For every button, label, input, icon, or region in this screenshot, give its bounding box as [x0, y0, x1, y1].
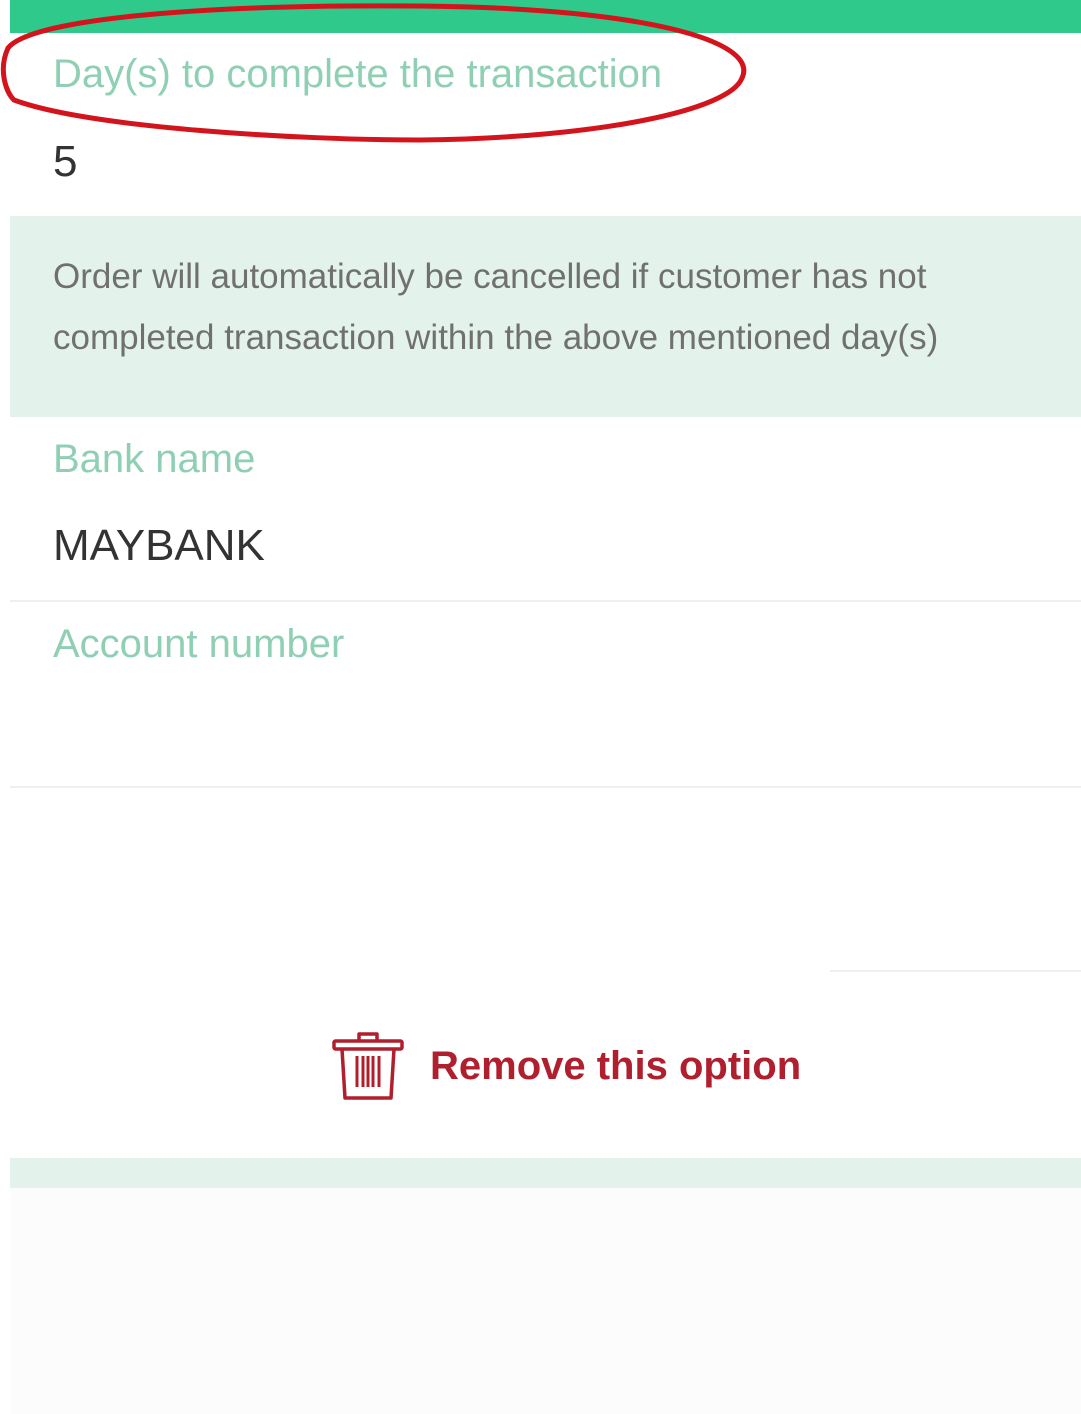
transaction-days-label: Day(s) to complete the transaction — [53, 52, 663, 96]
bank-name-value[interactable]: MAYBANK — [53, 520, 265, 572]
remove-option-button[interactable]: Remove this option — [332, 1028, 801, 1104]
bank-name-divider — [10, 600, 1081, 602]
notice-text: Order will automatically be cancelled if… — [53, 257, 939, 357]
payment-option-form: Day(s) to complete the transaction 5 Ord… — [10, 0, 1081, 1414]
footer-strip — [10, 1158, 1081, 1188]
remove-option-label: Remove this option — [430, 1043, 802, 1088]
account-number-divider — [10, 786, 1081, 788]
auto-cancel-notice: Order will automatically be cancelled if… — [10, 216, 1081, 417]
trash-icon — [332, 1032, 404, 1100]
top-bar — [10, 0, 1081, 33]
section-divider — [830, 970, 1081, 972]
bank-name-label: Bank name — [53, 437, 256, 481]
account-number-label: Account number — [53, 622, 345, 666]
transaction-days-value[interactable]: 5 — [53, 136, 77, 188]
footer-area — [10, 1188, 1081, 1414]
